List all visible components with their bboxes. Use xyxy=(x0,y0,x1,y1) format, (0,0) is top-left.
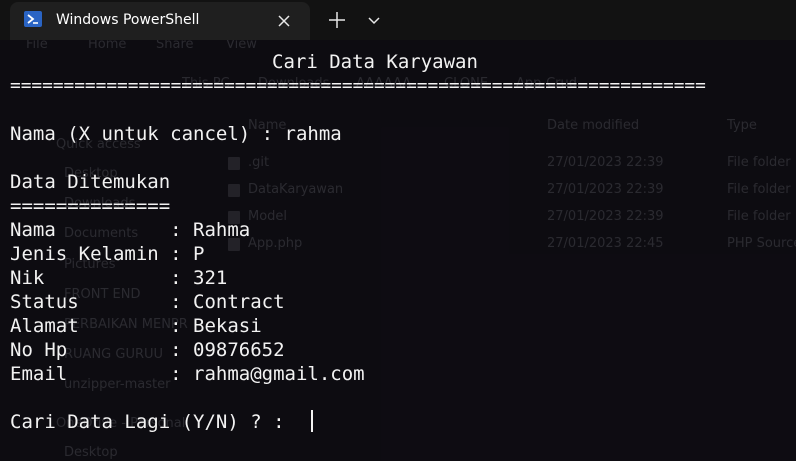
terminal-found-title: Data Ditemukan xyxy=(10,171,171,193)
terminal-field-jenis-kelamin: Jenis Kelamin : P xyxy=(10,243,205,265)
terminal-field-status: Status : Contract xyxy=(10,291,285,313)
ghost-menu-file: File xyxy=(26,40,48,52)
title-bar: Windows PowerShell xyxy=(0,0,796,40)
close-icon xyxy=(278,15,290,27)
terminal-field-nama: Nama : Rahma xyxy=(10,219,251,241)
terminal-heading: Cari Data Karyawan xyxy=(272,51,478,73)
terminal-field-nik: Nik : 321 xyxy=(10,267,228,289)
ghost-file-date: 27/01/2023 22:39 xyxy=(547,155,664,170)
plus-icon xyxy=(329,12,345,28)
ghost-file-date: 27/01/2023 22:39 xyxy=(547,182,664,197)
ghost-file-name: DataKaryawan xyxy=(248,182,344,197)
tab-powershell[interactable]: Windows PowerShell xyxy=(10,2,310,40)
ghost-menu-share: Share xyxy=(156,40,194,52)
tab-title: Windows PowerShell xyxy=(56,12,200,28)
ghost-file-date: 27/01/2023 22:45 xyxy=(547,236,664,251)
terminal-rule-short: ============== xyxy=(10,195,171,217)
ghost-col-date: Date modified xyxy=(547,118,640,133)
ghost-file-name: .git xyxy=(248,155,270,170)
ghost-file-date: 27/01/2023 22:39 xyxy=(547,209,664,224)
terminal-prompt-again[interactable]: Cari Data Lagi (Y/N) ? : xyxy=(10,410,296,434)
ghost-file-type: File folder xyxy=(727,155,791,170)
ghost-menu-home: Home xyxy=(88,40,127,52)
tab-dropdown-button[interactable] xyxy=(364,10,384,30)
ghost-folder-icon xyxy=(228,184,240,197)
ghost-file-type: File folder xyxy=(727,209,791,224)
terminal-window[interactable]: File Home Share View This PC Downloads A… xyxy=(0,40,796,461)
ghost-sidebar-item: Desktop xyxy=(64,445,118,460)
ghost-file-type: PHP Source xyxy=(727,236,796,251)
ghost-file-name: Model xyxy=(248,209,288,224)
terminal-prompt-name: Nama (X untuk cancel) : rahma xyxy=(10,123,342,145)
terminal-rule-long: ========================================… xyxy=(10,75,706,96)
ghost-menu-view: View xyxy=(226,40,257,52)
chevron-down-icon xyxy=(368,17,380,25)
ghost-folder-icon xyxy=(228,157,240,170)
close-tab-button[interactable] xyxy=(274,11,294,31)
ghost-file-type: File folder xyxy=(727,182,791,197)
terminal-field-alamat: Alamat : Bekasi xyxy=(10,315,262,337)
powershell-icon xyxy=(24,11,42,27)
ghost-col-type: Type xyxy=(727,118,757,133)
ghost-file-name: App.php xyxy=(248,236,303,251)
new-tab-button[interactable] xyxy=(326,9,348,31)
text-cursor xyxy=(311,410,313,432)
terminal-field-email: Email : rahma@gmail.com xyxy=(10,363,365,385)
terminal-field-no-hp: No Hp : 09876652 xyxy=(10,339,285,361)
